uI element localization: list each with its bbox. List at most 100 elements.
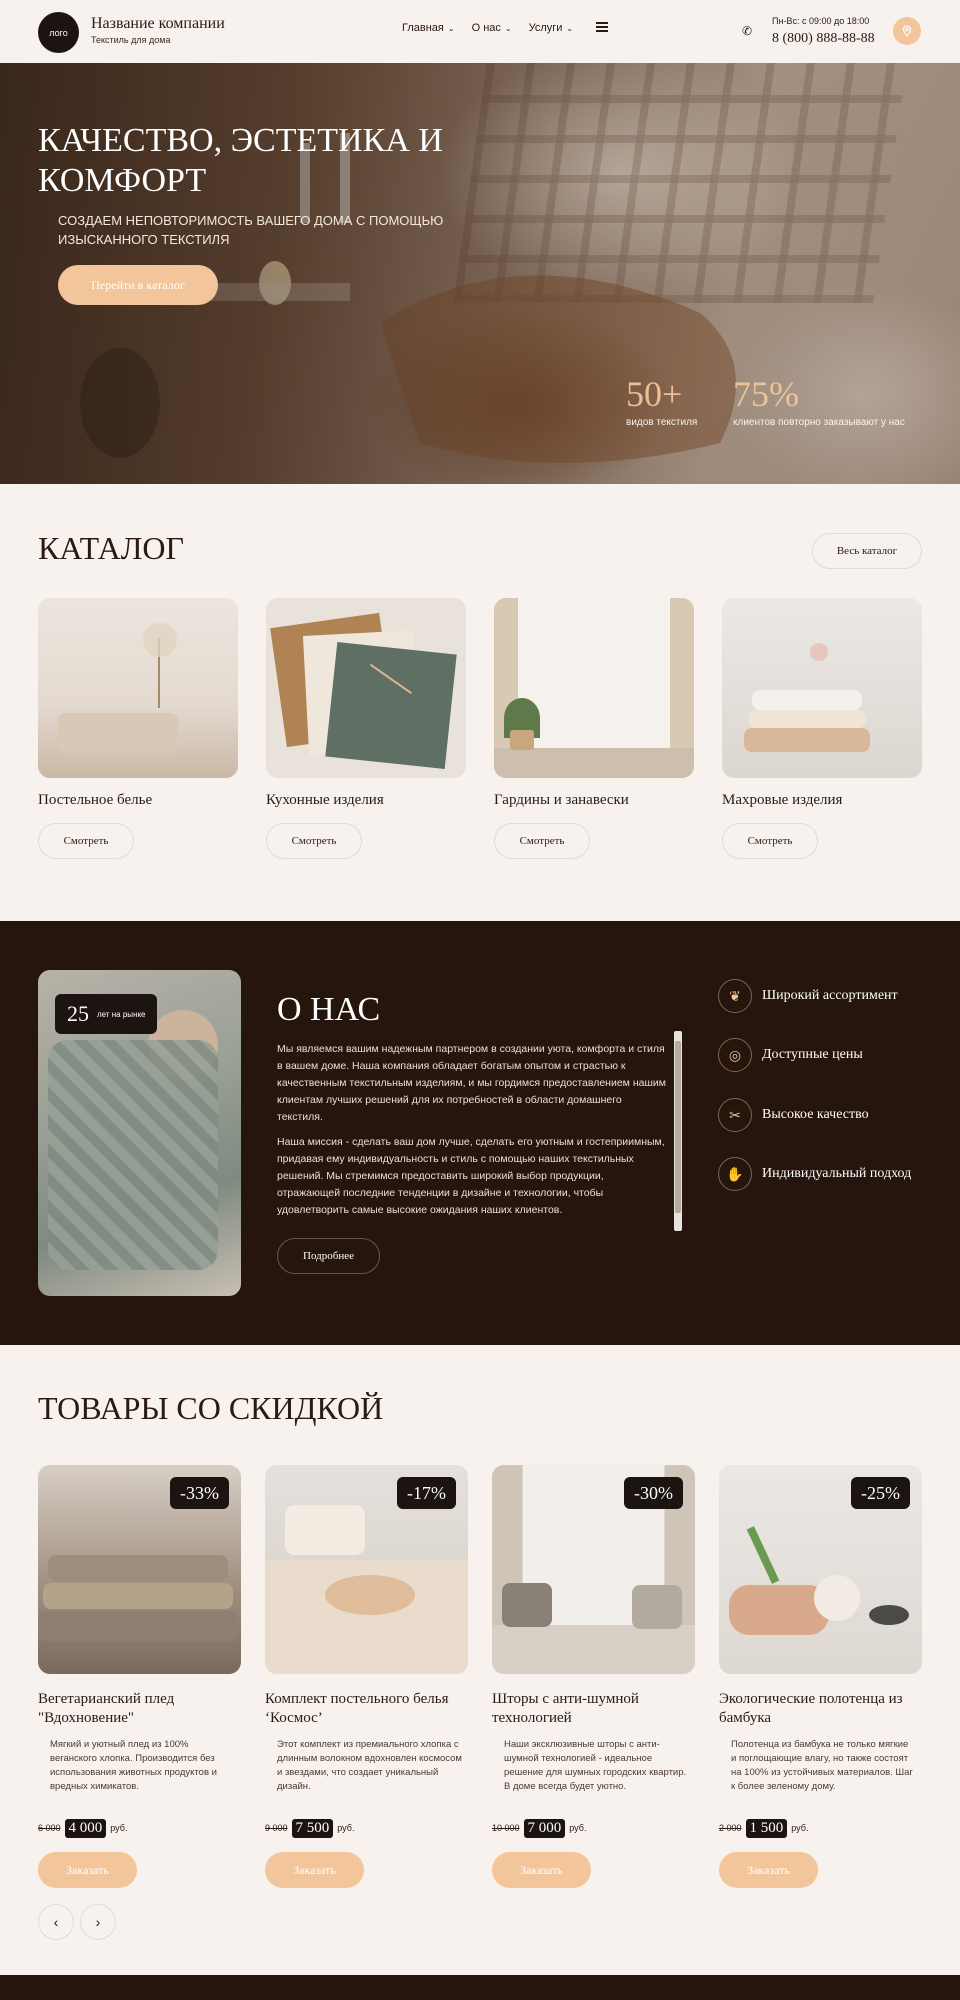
product-name: Вегетарианский плед "Вдохновение" <box>38 1691 175 1726</box>
handshake-icon: ✋ <box>718 1157 752 1191</box>
years-label: лет на рынке <box>97 1009 146 1019</box>
catalog-image-curtains[interactable] <box>494 598 694 778</box>
feature-item: ◎ Доступные цены <box>718 1038 863 1072</box>
catalog-item-name: Постельное белье <box>38 792 153 808</box>
sewing-icon: ✂ <box>718 1098 752 1132</box>
location-button[interactable] <box>893 17 921 45</box>
old-price: 6 000 <box>38 1823 61 1833</box>
order-button[interactable]: Заказать <box>492 1852 591 1888</box>
coins-icon: ◎ <box>718 1038 752 1072</box>
next-arrow-button[interactable]: › <box>80 1904 116 1940</box>
site-header: лого Название компании Текстиль для дома… <box>0 0 960 63</box>
product-image[interactable]: -25% <box>719 1465 922 1674</box>
product-name: Комплект постельного белья ‘Космос’ <box>265 1691 449 1726</box>
scrollbar-thumb[interactable] <box>675 1041 681 1213</box>
years-number: 25 <box>67 1001 89 1026</box>
feature-label: Доступные цены <box>762 1047 863 1062</box>
product-price: 2 000 1 500 руб. <box>719 1818 922 1838</box>
chevron-left-icon: ‹ <box>53 1914 59 1930</box>
about-paragraph: Наша миссия - сделать ваш дом лучше, сде… <box>277 1136 665 1216</box>
stat-repeat-clients: 75% клиентов повторно заказывают у нас <box>733 373 905 428</box>
discount-badge: -17% <box>397 1477 456 1509</box>
view-button[interactable]: Смотреть <box>38 823 134 859</box>
order-button[interactable]: Заказать <box>265 1852 364 1888</box>
currency: руб. <box>569 1823 587 1833</box>
about-title: О НАС <box>277 991 381 1028</box>
stat-textile-types: 50+ видов текстиля <box>626 373 697 428</box>
feature-item: ❦ Широкий ассортимент <box>718 979 898 1013</box>
new-price: 7 500 <box>291 1818 334 1838</box>
old-price: 9 000 <box>265 1823 288 1833</box>
hero-banner: Качество, эстетика и комфорт Создаем неп… <box>0 63 960 484</box>
view-button[interactable]: Смотреть <box>494 823 590 859</box>
catalog-image-bedding[interactable] <box>38 598 238 778</box>
product-image[interactable]: -33% <box>38 1465 241 1674</box>
nav-item-services[interactable]: Услуги ⌄ <box>529 22 574 34</box>
years-badge: 25 лет на рынке <box>55 994 158 1034</box>
catalog-card: Гардины и занавески Смотреть <box>494 598 694 859</box>
product-card: -25% Экологические полотенца из бамбука … <box>719 1465 922 1888</box>
view-button[interactable]: Смотреть <box>266 823 362 859</box>
product-image[interactable]: -30% <box>492 1465 695 1674</box>
product-card: -30% Шторы с анти-шумной технологией Наш… <box>492 1465 695 1888</box>
hero-subtitle: Создаем неповторимость вашего дома с пом… <box>58 213 444 247</box>
order-button[interactable]: Заказать <box>719 1852 818 1888</box>
product-image[interactable]: -17% <box>265 1465 468 1674</box>
chevron-down-icon: ⌄ <box>504 23 512 33</box>
catalog-item-name: Кухонные изделия <box>266 792 384 808</box>
currency: руб. <box>337 1823 355 1833</box>
company-tagline: Текстиль для дома <box>91 35 171 45</box>
nav-item-home[interactable]: Главная ⌄ <box>402 22 455 34</box>
phone-icon: ✆ <box>742 24 753 38</box>
all-catalog-button[interactable]: Весь каталог <box>812 533 922 569</box>
chevron-down-icon: ⌄ <box>447 23 455 33</box>
old-price: 2 000 <box>719 1823 742 1833</box>
catalog-card: Махровые изделия Смотреть <box>722 598 922 859</box>
more-button[interactable]: Подробнее <box>277 1238 380 1274</box>
about-text[interactable]: Мы являемся вашим надежным партнером в с… <box>277 1041 669 1236</box>
feature-label: Высокое качество <box>762 1107 869 1122</box>
product-description: Наши эксклюзивные шторы с анти-шумной те… <box>504 1739 687 1792</box>
location-pin-icon <box>902 25 912 37</box>
feature-label: Индивидуальный подход <box>762 1166 912 1181</box>
discount-badge: -33% <box>170 1477 229 1509</box>
currency: руб. <box>791 1823 809 1833</box>
logo[interactable]: лого <box>38 12 79 53</box>
phone-number[interactable]: 8 (800) 888-88-88 <box>772 31 875 47</box>
view-button[interactable]: Смотреть <box>722 823 818 859</box>
discount-badge: -25% <box>851 1477 910 1509</box>
currency: руб. <box>110 1823 128 1833</box>
hero-title: Качество, эстетика и комфорт <box>38 122 443 199</box>
footer <box>0 1975 960 2000</box>
chevron-right-icon: › <box>95 1914 101 1930</box>
feature-item: ✋ Индивидуальный подход <box>718 1157 911 1191</box>
menu-icon[interactable] <box>596 22 608 32</box>
nav-item-label: Услуги <box>528 22 563 34</box>
catalog-item-name: Махровые изделия <box>722 792 843 808</box>
product-description: Полотенца из бамбука не только мягкие и … <box>731 1739 913 1792</box>
product-card: -17% Комплект постельного белья ‘Космос’… <box>265 1465 468 1888</box>
product-description: Этот комплект из премиального хлопка с д… <box>277 1739 462 1792</box>
about-scrollbar[interactable] <box>674 1031 682 1231</box>
new-price: 1 500 <box>745 1818 788 1838</box>
nav-item-label: О нас <box>471 22 501 34</box>
nav-item-label: Главная <box>402 22 444 34</box>
catalog-card: Постельное белье Смотреть <box>38 598 238 859</box>
company-name: Название компании <box>91 15 225 32</box>
order-button[interactable]: Заказать <box>38 1852 137 1888</box>
catalog-image-kitchen[interactable] <box>266 598 466 778</box>
product-name: Шторы с анти-шумной технологией <box>492 1691 639 1726</box>
about-section: 25 лет на рынке О НАС Мы являемся вашим … <box>0 921 960 1345</box>
stat-label: видов текстиля <box>626 417 698 428</box>
product-card: -33% Вегетарианский плед "Вдохновение" М… <box>38 1465 241 1888</box>
nav-item-about[interactable]: О нас ⌄ <box>472 22 512 34</box>
discounts-title: ТОВАРЫ СО СКИДКОЙ <box>38 1390 384 1426</box>
new-price: 4 000 <box>64 1818 107 1838</box>
prev-arrow-button[interactable]: ‹ <box>38 1904 74 1940</box>
feature-label: Широкий ассортимент <box>762 988 898 1003</box>
stat-label: клиентов повторно заказывают у нас <box>733 417 905 428</box>
fabric-icon: ❦ <box>718 979 752 1013</box>
go-to-catalog-button[interactable]: Перейти в каталог <box>58 265 218 305</box>
catalog-image-towels[interactable] <box>722 598 922 778</box>
product-price: 10 000 7 000 руб. <box>492 1818 695 1838</box>
